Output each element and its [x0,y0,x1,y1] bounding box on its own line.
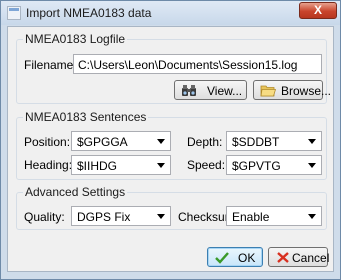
logfile-group: NMEA0183 Logfile Filename: C:\Users\Leon… [16,32,331,104]
app-window-icon [7,6,21,20]
position-select[interactable]: $GPGGA [71,131,171,151]
checksum-select-value: Enable [232,210,270,224]
cancel-button[interactable]: Cancel [268,247,330,267]
logfile-group-legend: NMEA0183 Logfile [23,32,128,46]
ok-button[interactable]: OK [207,247,263,267]
quality-select[interactable]: DGPS Fix [71,206,171,226]
folder-open-icon [260,85,276,97]
speed-select-value: $GPVTG [232,159,281,173]
window-title: Import NMEA0183 data [26,6,152,20]
chevron-down-icon [157,139,165,144]
quality-select-value: DGPS Fix [77,210,131,224]
cancel-button-label: Cancel [292,251,330,265]
dialog-window: Import NMEA0183 data X NMEA0183 Logfile … [0,0,341,280]
depth-label: Depth: [187,135,223,149]
heading-label: Heading: [24,158,73,172]
browse-button-label: Browse... [281,84,332,98]
sentences-group: NMEA0183 Sentences Position: $GPGGA Dept… [16,110,327,180]
binoculars-icon [182,85,196,96]
speed-select[interactable]: $GPVTG [226,155,322,175]
view-button[interactable]: View... [174,80,247,100]
cross-icon [277,252,289,263]
chevron-down-icon [308,139,316,144]
chevron-down-icon [308,163,316,168]
filename-field[interactable]: C:\Users\Leon\Documents\Session15.log [73,54,322,74]
position-label: Position: [24,135,71,149]
title-bar[interactable]: Import NMEA0183 data X [1,1,340,25]
advanced-group-legend: Advanced Settings [23,185,128,199]
filename-label: Filename: [24,58,77,72]
close-button[interactable]: X [299,2,337,19]
depth-select[interactable]: $SDDBT [226,131,322,151]
chevron-down-icon [157,163,165,168]
heading-select[interactable]: $IIHDG [71,155,171,175]
heading-select-value: $IIHDG [77,159,118,173]
advanced-group: Advanced Settings Quality: DGPS Fix Chec… [16,185,327,230]
ok-button-label: OK [238,251,256,265]
checksum-select[interactable]: Enable [226,206,322,226]
chevron-down-icon [157,214,165,219]
sentences-group-legend: NMEA0183 Sentences [23,110,149,124]
checkmark-icon [215,252,229,264]
chevron-down-icon [308,214,316,219]
quality-label: Quality: [24,210,65,224]
dialog-body: NMEA0183 Logfile Filename: C:\Users\Leon… [7,26,334,272]
position-select-value: $GPGGA [77,135,128,149]
view-button-label: View... [207,84,243,98]
browse-button[interactable]: Browse... [253,80,331,100]
close-icon: X [313,3,322,17]
depth-select-value: $SDDBT [232,135,280,149]
speed-label: Speed: [187,158,226,172]
